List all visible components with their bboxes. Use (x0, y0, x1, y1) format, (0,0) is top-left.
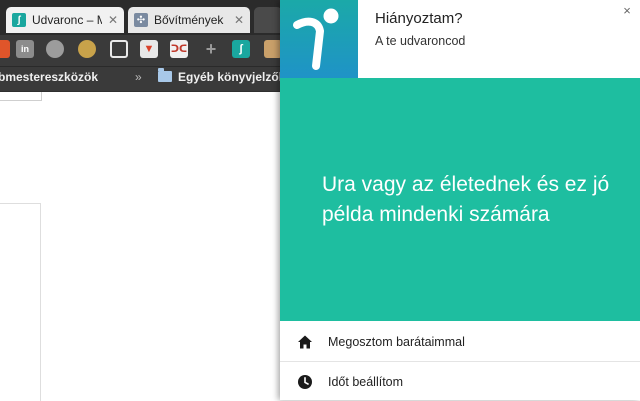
close-button[interactable]: × (620, 4, 634, 18)
udvaronc-extension-icon[interactable]: ʃ (232, 40, 250, 58)
folder-icon (158, 68, 172, 82)
notification-popup: Hiányoztam? A te udvaroncod × Ura vagy a… (280, 0, 640, 400)
close-icon[interactable]: ✕ (108, 13, 118, 27)
home-icon (298, 335, 312, 348)
new-tab-button[interactable] (254, 7, 282, 33)
crop-icon[interactable] (110, 40, 128, 58)
tab-extensions[interactable]: ✣ Bővítmények ✕ (128, 7, 250, 33)
crosshair-icon[interactable]: + (202, 39, 220, 59)
tab-title: Bővítmények (154, 13, 224, 27)
linkedin-icon[interactable]: in (16, 40, 34, 58)
action-label: Megosztom barátaimmal (328, 334, 465, 349)
people-icon[interactable] (46, 40, 64, 58)
close-icon[interactable]: ✕ (234, 13, 244, 27)
set-time-button[interactable]: Időt beállítom (280, 362, 640, 401)
notification-subtitle: A te udvaroncod (375, 34, 466, 48)
page-panel (0, 203, 41, 401)
tab-udvaronc[interactable]: ʃ Udvaronc – M ✕ (6, 7, 124, 33)
clock-icon (298, 374, 312, 389)
bookmark-developer-tools[interactable]: bmestereszközök (0, 70, 98, 84)
bookmarks-overflow-chevron[interactable]: » (135, 70, 142, 84)
puzzle-icon: ✣ (134, 13, 148, 27)
notification-message: Ura vagy az életednek és ez jó példa min… (322, 172, 610, 226)
share-with-friends-button[interactable]: Megosztom barátaimmal (280, 322, 640, 362)
stylish-icon[interactable]: ᑐᑕ (170, 40, 188, 58)
notification-actions: Megosztom barátaimmal Időt beállítom (280, 321, 640, 400)
notification-title: Hiányoztam? (375, 10, 463, 27)
vivaldi-icon[interactable]: ▼ (140, 40, 158, 58)
page-element-edge (0, 92, 42, 101)
action-label: Időt beállítom (328, 374, 404, 389)
cookie-icon[interactable] (78, 40, 96, 58)
notification-header: Hiányoztam? A te udvaroncod × (280, 0, 640, 78)
udvaronc-logo-icon: ʃ (12, 13, 26, 27)
tab-title: Udvaronc – M (32, 13, 102, 27)
notification-message-area: Ura vagy az életednek és ez jó példa min… (280, 78, 640, 321)
extension-orange-icon[interactable] (0, 40, 10, 58)
udvaronc-app-icon (280, 0, 358, 78)
bookmark-other-bookmarks[interactable]: Egyéb könyvjelzők (178, 70, 285, 84)
